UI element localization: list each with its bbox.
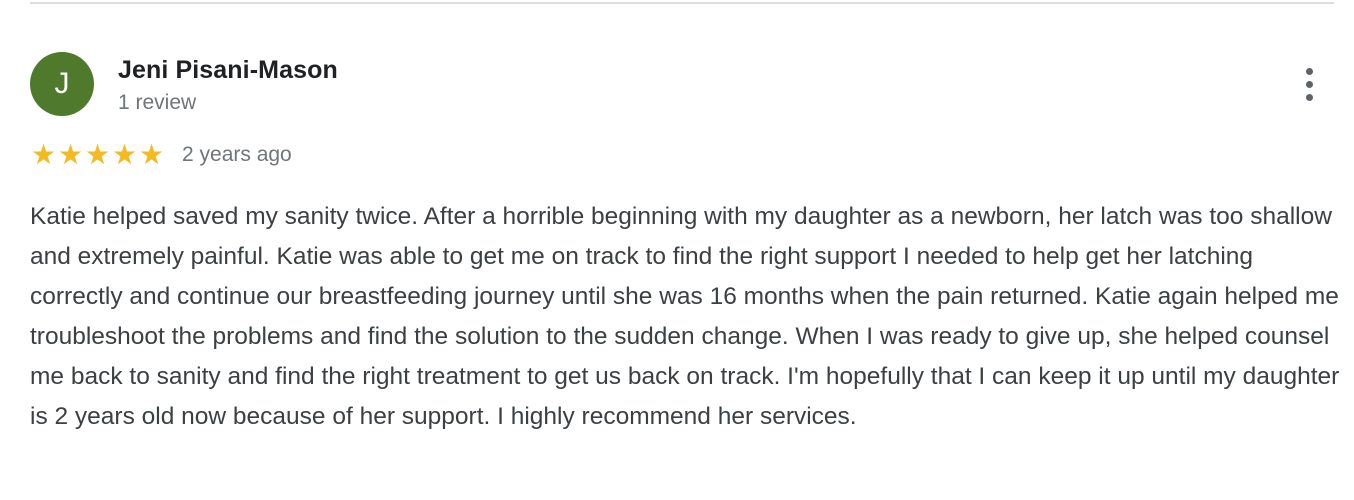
star-icon: ★ bbox=[138, 138, 165, 171]
more-options-button[interactable] bbox=[1292, 62, 1326, 106]
star-icon: ★ bbox=[111, 138, 138, 171]
star-rating: ★ ★ ★ ★ ★ bbox=[30, 140, 165, 170]
more-vert-icon-dot bbox=[1305, 93, 1313, 101]
more-vert-icon-dot bbox=[1305, 80, 1313, 88]
star-icon: ★ bbox=[84, 138, 111, 171]
review-card: J Jeni Pisani-Mason 1 review ★ ★ ★ ★ ★ 2 yea… bbox=[30, 52, 1340, 430]
avatar-letter: J bbox=[54, 67, 70, 100]
divider bbox=[30, 2, 1334, 4]
star-icon: ★ bbox=[57, 138, 84, 171]
review-date: 2 years ago bbox=[182, 143, 292, 166]
star-icon: ★ bbox=[30, 138, 57, 171]
avatar[interactable]: J bbox=[30, 52, 94, 116]
reviewer-info: Jeni Pisani-Mason 1 review bbox=[118, 54, 338, 118]
review-header: J Jeni Pisani-Mason 1 review bbox=[30, 52, 1340, 116]
reviewer-name[interactable]: Jeni Pisani-Mason bbox=[118, 54, 338, 86]
more-vert-icon bbox=[1305, 67, 1313, 75]
review-text: Katie helped saved my sanity twice. Afte… bbox=[30, 203, 1340, 430]
rating-row: ★ ★ ★ ★ ★ 2 years ago bbox=[30, 140, 292, 170]
review-page: J Jeni Pisani-Mason 1 review ★ ★ ★ ★ ★ 2 yea… bbox=[0, 0, 1354, 500]
reviewer-review-count: 1 review bbox=[118, 91, 197, 114]
